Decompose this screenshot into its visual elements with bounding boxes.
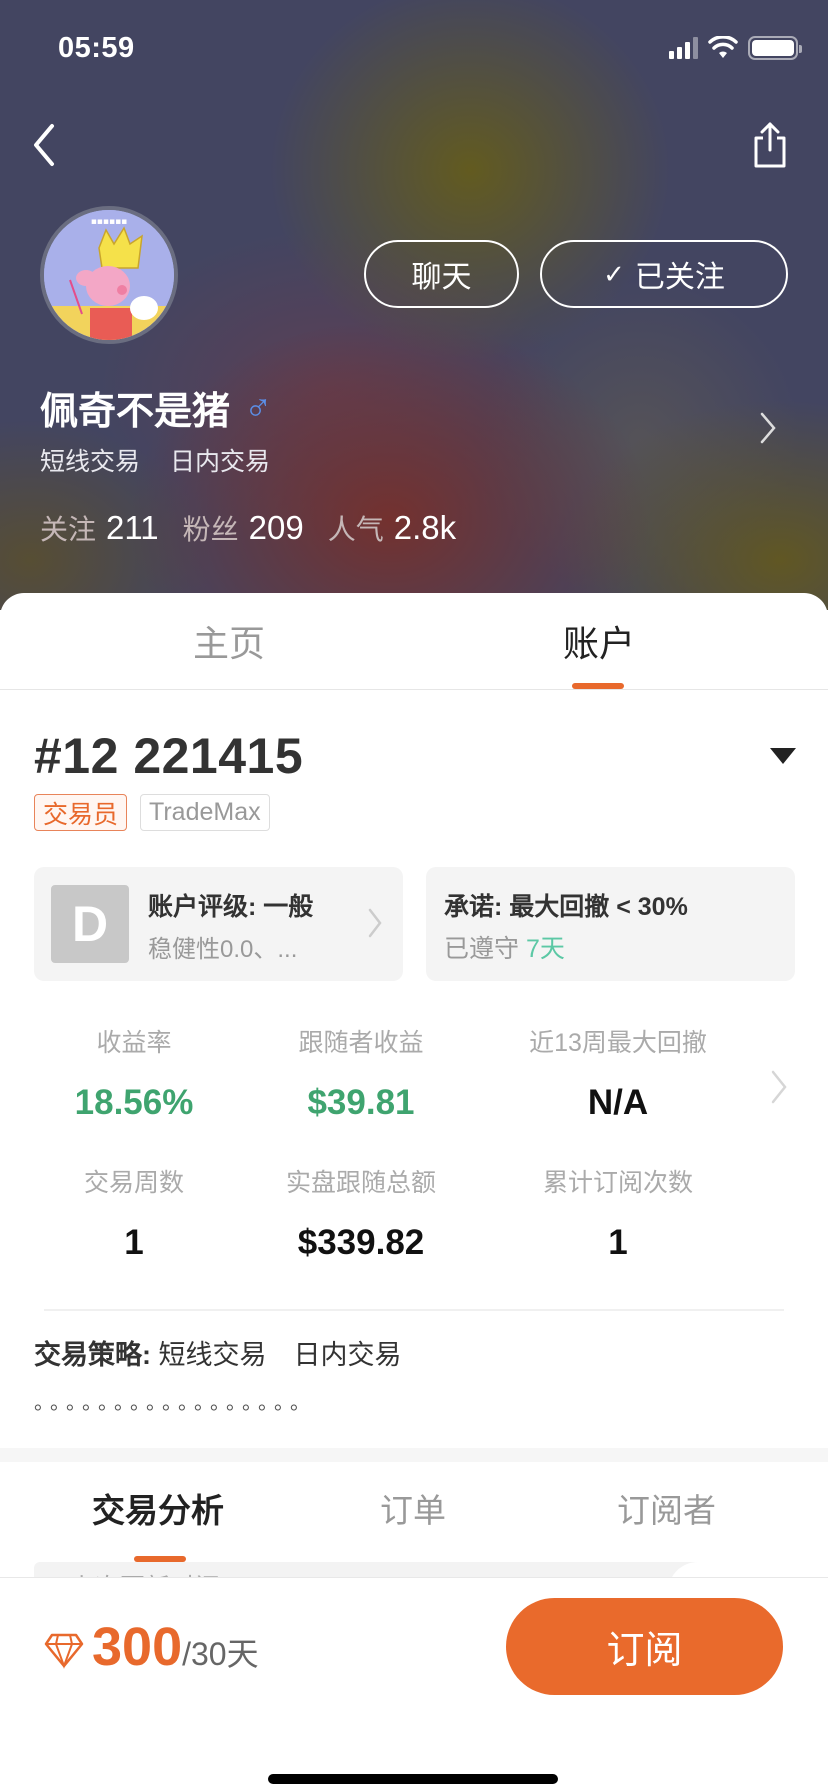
subscribe-bar: 300 /30天 订阅 xyxy=(0,1577,828,1792)
diamond-icon xyxy=(44,1633,84,1669)
strategy-filler: 。。。。。。。。。。。。。。。。。 xyxy=(34,1392,316,1414)
chevron-right-icon[interactable] xyxy=(758,410,778,446)
avatar-image: ▪▪▪▪▪▪ xyxy=(44,210,174,340)
male-gender-icon: ♂ xyxy=(244,386,273,428)
metric-value: 18.56% xyxy=(74,1083,194,1122)
profile-tag: 日内交易 xyxy=(170,448,271,476)
back-chevron-icon[interactable] xyxy=(28,120,62,170)
account-id: #12 221415 xyxy=(34,728,304,784)
account-dropdown-icon[interactable] xyxy=(770,748,796,764)
wifi-icon xyxy=(708,36,738,58)
profile-tag: 短线交易 xyxy=(40,448,141,476)
metric-label: 收益率 xyxy=(96,1029,172,1057)
chat-button[interactable]: 聊天 xyxy=(364,240,519,308)
strategy-text: 短线交易 日内交易 xyxy=(158,1340,402,1370)
sub-tabs: 交易分析 订单 订阅者 xyxy=(0,1462,828,1562)
rating-subtitle: 稳健性0.0、... xyxy=(148,936,298,963)
metric-label: 实盘跟随总额 xyxy=(285,1169,436,1197)
battery-icon xyxy=(748,36,802,60)
metric-value: $339.82 xyxy=(297,1223,425,1262)
price-amount: 300 xyxy=(92,1617,183,1677)
metric-value: N/A xyxy=(587,1083,649,1122)
section-separator xyxy=(0,1448,828,1462)
profile-tags: 短线交易 日内交易 xyxy=(40,442,270,478)
metric-label: 交易周数 xyxy=(83,1169,184,1197)
strategy-label: 交易策略: xyxy=(34,1340,151,1370)
grade-badge: D xyxy=(51,885,129,963)
tab-orders[interactable]: 订单 xyxy=(380,1484,446,1532)
promise-card[interactable]: 承诺: 最大回撤 < 30% 已遵守 7天 xyxy=(426,867,795,981)
price-period: /30天 xyxy=(182,1636,259,1672)
status-time: 05:59 xyxy=(58,32,135,64)
metric-label: 近13周最大回撤 xyxy=(529,1029,707,1057)
share-icon[interactable] xyxy=(750,120,790,170)
metric-label: 跟随者收益 xyxy=(298,1029,424,1057)
signal-icon xyxy=(669,37,698,59)
profile-stats: 关注 211 粉丝 209 人气 2.8k xyxy=(40,508,470,548)
metric-trading-weeks: 交易周数 1 xyxy=(19,1163,249,1263)
subscription-price: 300 /30天 xyxy=(44,1616,259,1678)
following-label: 已关注 xyxy=(634,261,725,294)
svg-text:▪▪▪▪▪▪: ▪▪▪▪▪▪ xyxy=(91,217,128,227)
metric-follower-profit: 跟随者收益 $39.81 xyxy=(246,1023,476,1123)
role-badge: 交易员 xyxy=(34,794,128,831)
following-button[interactable]: ✓ 已关注 xyxy=(540,240,788,308)
metric-total-subscriptions: 累计订阅次数 1 xyxy=(503,1163,733,1263)
username-row: 佩奇不是猪 ♂ xyxy=(40,380,273,435)
following-count-label: 关注 xyxy=(40,514,97,545)
rating-title: 账户评级: 一般 xyxy=(148,893,314,921)
check-icon: ✓ xyxy=(603,258,625,289)
promise-status: 已遵守 7天 xyxy=(444,929,565,965)
followers-count-label: 粉丝 xyxy=(182,514,239,545)
tab-active-indicator xyxy=(572,683,624,689)
profile-header-background: 05:59 ▪▪▪▪▪▪ 聊天 ✓ 已关注 佩奇不是猪 ♂ 短线交易 日内交易 … xyxy=(0,0,828,610)
platform-badge: TradeMax xyxy=(140,794,270,831)
metric-value: 1 xyxy=(124,1223,144,1262)
home-indicator[interactable] xyxy=(268,1774,558,1784)
chevron-right-icon xyxy=(368,908,382,938)
following-count[interactable]: 211 xyxy=(106,509,159,547)
tab-trade-analysis[interactable]: 交易分析 xyxy=(92,1484,224,1532)
promise-kept-days: 7天 xyxy=(525,935,565,963)
trading-strategy: 交易策略: 短线交易 日内交易 。。。。。。。。。。。。。。。。。 xyxy=(34,1333,454,1426)
chevron-right-icon[interactable] xyxy=(770,1069,788,1105)
main-tabs: 主页 账户 xyxy=(0,593,828,690)
metric-value: 1 xyxy=(608,1223,628,1262)
promise-kept-label: 已遵守 xyxy=(444,935,520,963)
metric-label: 累计订阅次数 xyxy=(542,1169,693,1197)
tab-home[interactable]: 主页 xyxy=(193,615,265,667)
metric-live-follow-total: 实盘跟随总额 $339.82 xyxy=(246,1163,476,1263)
popularity-value: 2.8k xyxy=(393,509,457,546)
status-icons xyxy=(669,36,802,60)
tab-account[interactable]: 账户 xyxy=(563,615,635,667)
metric-value: $39.81 xyxy=(307,1083,415,1122)
avatar[interactable]: ▪▪▪▪▪▪ xyxy=(40,206,178,344)
divider xyxy=(44,1309,784,1311)
promise-title: 承诺: 最大回撤 < 30% xyxy=(444,893,688,921)
username: 佩奇不是猪 xyxy=(40,391,231,433)
metric-return-rate: 收益率 18.56% xyxy=(19,1023,249,1123)
followers-count[interactable]: 209 xyxy=(249,509,304,547)
popularity-label: 人气 xyxy=(327,514,384,545)
metric-max-drawdown: 近13周最大回撤 N/A xyxy=(503,1023,733,1123)
account-rating-card[interactable]: D 账户评级: 一般 稳健性0.0、... xyxy=(34,867,403,981)
subscribe-button[interactable]: 订阅 xyxy=(506,1598,783,1695)
tab-subscribers[interactable]: 订阅者 xyxy=(617,1484,716,1532)
